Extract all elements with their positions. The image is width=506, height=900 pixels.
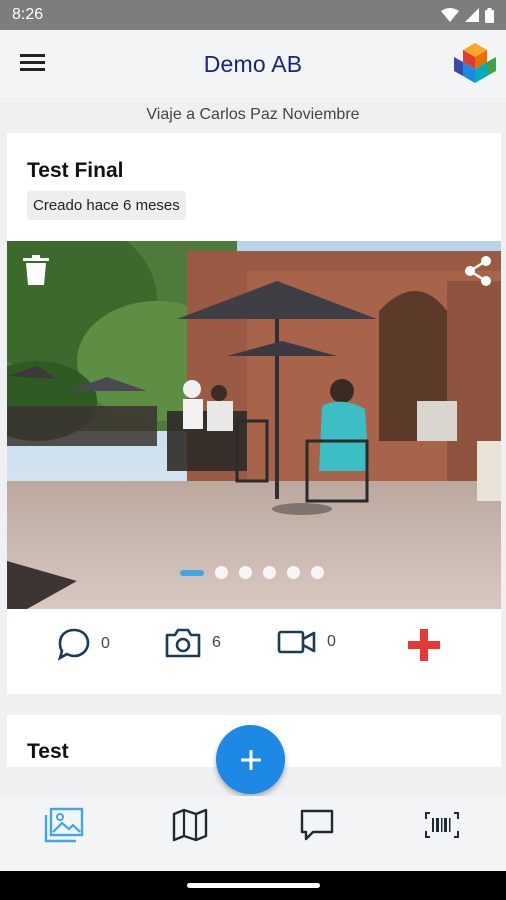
comment-icon [57,628,90,661]
photo-image [7,241,501,609]
gallery-icon [44,807,84,843]
post-actions: 0 6 0 [7,609,501,677]
add-content-button[interactable] [408,629,442,663]
photo-carousel[interactable] [7,241,501,609]
trip-subtitle-text: Viaje a Carlos Paz Noviembre [146,106,360,123]
barcode-icon [425,812,459,838]
trip-subtitle: Viaje a Carlos Paz Noviembre [0,98,506,132]
plus-icon [240,749,261,770]
carousel-indicator [180,566,324,579]
carousel-dot[interactable] [215,566,228,579]
carousel-dot[interactable] [311,566,324,579]
camera-icon [165,628,201,658]
status-icons [441,7,494,23]
nav-barcode[interactable] [417,802,467,848]
trash-icon [23,255,49,285]
wifi-icon [441,8,459,22]
system-gesture-bar [0,871,506,900]
post-title: Test [27,740,69,763]
comments-count: 0 [101,635,110,652]
share-button[interactable] [463,255,495,289]
comments-button[interactable]: 0 [57,627,110,661]
app-bar: Demo AB [0,30,506,98]
created-badge: Creado hace 6 meses [27,191,186,220]
carousel-dot-active[interactable] [180,569,204,576]
photos-count: 6 [212,634,221,651]
carousel-dot[interactable] [263,566,276,579]
delete-button[interactable] [23,255,51,289]
home-gesture-pill[interactable] [187,883,320,888]
videos-button[interactable]: 0 [277,627,336,657]
app-title: Demo AB [203,50,303,77]
nav-gallery[interactable] [39,802,89,848]
status-bar: 8:26 [0,0,506,30]
cubes-logo-icon [454,43,496,83]
menu-button[interactable] [20,52,50,76]
video-camera-icon [277,630,316,654]
created-text: Creado hace 6 meses [33,197,180,214]
map-icon [172,808,208,842]
post-card[interactable]: Test Final Creado hace 6 meses 0 6 0 [7,133,501,694]
nav-chat[interactable] [292,802,342,848]
bottom-navigation [0,796,506,871]
videos-count: 0 [327,633,336,650]
status-time: 8:26 [12,6,44,23]
chat-icon [300,809,334,841]
carousel-dot[interactable] [287,566,300,579]
post-title: Test Final [27,159,124,182]
add-post-button[interactable] [216,725,285,794]
app-logo [452,41,498,87]
share-icon [465,256,491,286]
battery-icon [485,7,494,23]
plus-icon [408,629,440,661]
nav-map[interactable] [165,802,215,848]
photos-button[interactable]: 6 [164,627,221,659]
signal-icon [465,8,479,22]
hamburger-icon [20,54,45,71]
carousel-dot[interactable] [239,566,252,579]
